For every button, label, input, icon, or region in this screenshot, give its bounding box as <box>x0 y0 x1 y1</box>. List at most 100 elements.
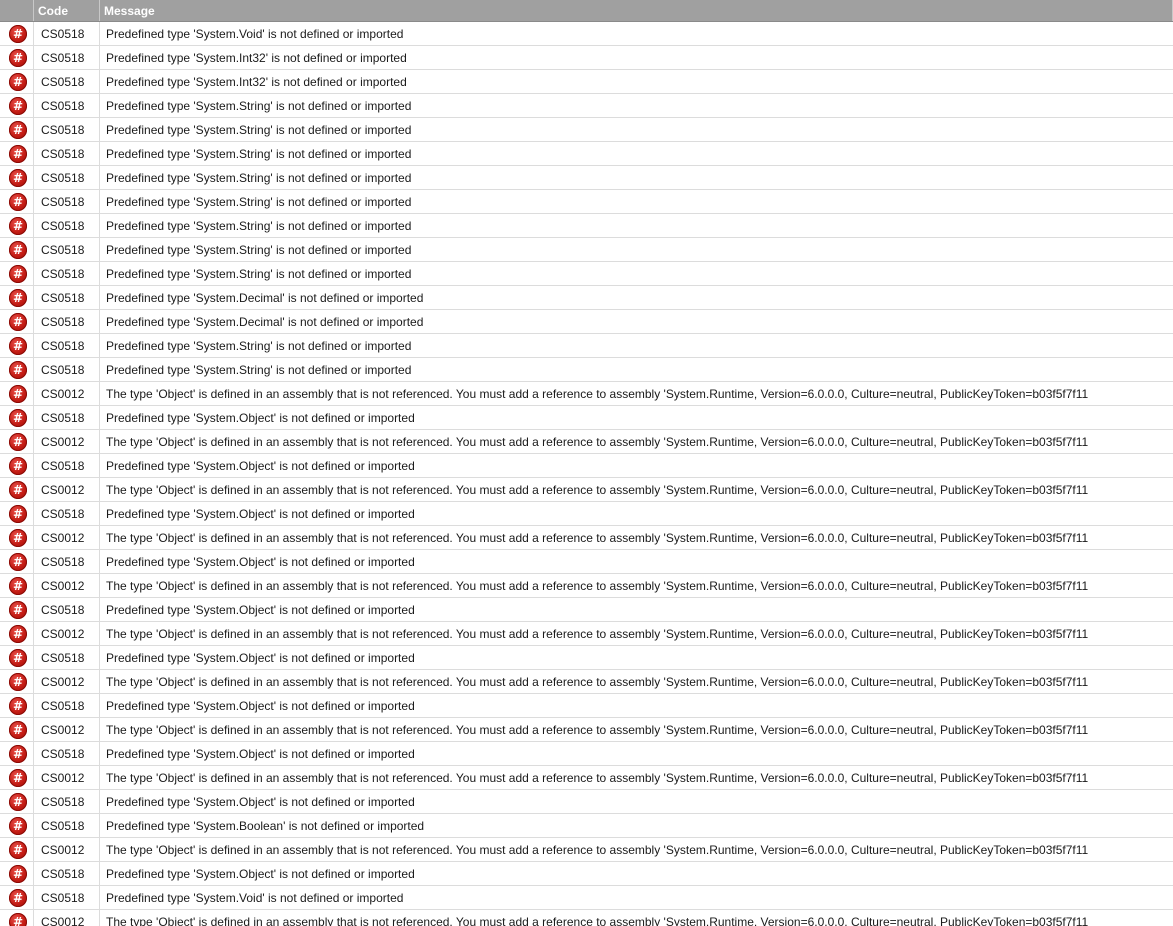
error-row[interactable]: # CS0518 Predefined type 'System.String' i… <box>0 334 1173 358</box>
error-icon-cell: # <box>0 526 34 549</box>
error-row[interactable]: # CS0518 Predefined type 'System.Object' i… <box>0 694 1173 718</box>
error-row[interactable]: # CS0518 Predefined type 'System.Object' i… <box>0 646 1173 670</box>
error-code: CS0012 <box>34 766 100 789</box>
error-icon: # <box>9 768 27 787</box>
error-row[interactable]: # CS0012 The type 'Object' is defined in a… <box>0 430 1173 454</box>
error-message: Predefined type 'System.Object' is not d… <box>106 410 415 425</box>
error-message: Predefined type 'System.String' is not d… <box>106 194 412 209</box>
error-row[interactable]: # CS0518 Predefined type 'System.String' i… <box>0 118 1173 142</box>
error-message: The type 'Object' is defined in an assem… <box>106 722 1089 737</box>
error-code: CS0518 <box>34 502 100 525</box>
error-code: CS0518 <box>34 238 100 261</box>
error-row[interactable]: # CS0518 Predefined type 'System.Object' i… <box>0 862 1173 886</box>
error-message: Predefined type 'System.String' is not d… <box>106 98 412 113</box>
error-icon: # <box>9 864 27 883</box>
error-icon-cell: # <box>0 502 34 525</box>
error-icon: # <box>9 168 27 187</box>
error-row[interactable]: # CS0518 Predefined type 'System.String' i… <box>0 238 1173 262</box>
error-icon-cell: # <box>0 358 34 381</box>
error-message: Predefined type 'System.String' is not d… <box>106 242 412 257</box>
error-message: Predefined type 'System.String' is not d… <box>106 122 412 137</box>
error-row[interactable]: # CS0012 The type 'Object' is defined in a… <box>0 838 1173 862</box>
error-message: Predefined type 'System.Object' is not d… <box>106 602 415 617</box>
error-icon: # <box>9 312 27 331</box>
error-row[interactable]: # CS0518 Predefined type 'System.String' i… <box>0 190 1173 214</box>
error-icon-cell: # <box>0 454 34 477</box>
error-icon-cell: # <box>0 142 34 165</box>
error-row[interactable]: # CS0012 The type 'Object' is defined in a… <box>0 382 1173 406</box>
error-message: Predefined type 'System.Object' is not d… <box>106 650 415 665</box>
error-message: Predefined type 'System.Int32' is not de… <box>106 50 407 65</box>
error-icon: # <box>9 816 27 835</box>
error-message: The type 'Object' is defined in an assem… <box>106 578 1089 593</box>
error-message: Predefined type 'System.String' is not d… <box>106 170 412 185</box>
error-message: The type 'Object' is defined in an assem… <box>106 530 1089 545</box>
error-row[interactable]: # CS0518 Predefined type 'System.Object' i… <box>0 502 1173 526</box>
error-row[interactable]: # CS0012 The type 'Object' is defined in a… <box>0 574 1173 598</box>
error-code: CS0518 <box>34 646 100 669</box>
error-row[interactable]: # CS0518 Predefined type 'System.Object' i… <box>0 790 1173 814</box>
error-code: CS0518 <box>34 454 100 477</box>
error-message: The type 'Object' is defined in an assem… <box>106 626 1089 641</box>
error-code: CS0012 <box>34 430 100 453</box>
error-icon: # <box>9 912 27 926</box>
error-icon: # <box>9 648 27 667</box>
error-code: CS0012 <box>34 910 100 926</box>
error-code: CS0518 <box>34 790 100 813</box>
error-icon-cell: # <box>0 214 34 237</box>
error-row[interactable]: # CS0518 Predefined type 'System.Object' i… <box>0 550 1173 574</box>
error-icon-cell: # <box>0 334 34 357</box>
error-message: The type 'Object' is defined in an assem… <box>106 674 1089 689</box>
error-code: CS0518 <box>34 70 100 93</box>
error-row[interactable]: # CS0012 The type 'Object' is defined in a… <box>0 718 1173 742</box>
error-row[interactable]: # CS0518 Predefined type 'System.String' i… <box>0 166 1173 190</box>
error-row[interactable]: # CS0012 The type 'Object' is defined in a… <box>0 622 1173 646</box>
error-icon: # <box>9 696 27 715</box>
error-row[interactable]: # CS0012 The type 'Object' is defined in a… <box>0 766 1173 790</box>
error-row[interactable]: # CS0012 The type 'Object' is defined in a… <box>0 478 1173 502</box>
error-code: CS0518 <box>34 862 100 885</box>
error-code: CS0518 <box>34 334 100 357</box>
error-icon-cell: # <box>0 622 34 645</box>
error-code: CS0518 <box>34 742 100 765</box>
error-row[interactable]: # CS0518 Predefined type 'System.Decimal' … <box>0 286 1173 310</box>
error-icon-cell: # <box>0 22 34 45</box>
error-row[interactable]: # CS0518 Predefined type 'System.Object' i… <box>0 742 1173 766</box>
error-code: CS0012 <box>34 622 100 645</box>
error-icon-cell: # <box>0 310 34 333</box>
error-row[interactable]: # CS0518 Predefined type 'System.String' i… <box>0 214 1173 238</box>
error-row[interactable]: # CS0518 Predefined type 'System.Decimal' … <box>0 310 1173 334</box>
error-row[interactable]: # CS0518 Predefined type 'System.Object' i… <box>0 598 1173 622</box>
error-message: The type 'Object' is defined in an assem… <box>106 914 1089 926</box>
error-row[interactable]: # CS0518 Predefined type 'System.Object' i… <box>0 454 1173 478</box>
error-message: The type 'Object' is defined in an assem… <box>106 842 1089 857</box>
error-row[interactable]: # CS0518 Predefined type 'System.String' i… <box>0 358 1173 382</box>
error-icon-cell: # <box>0 94 34 117</box>
error-row[interactable]: # CS0518 Predefined type 'System.Boolean' … <box>0 814 1173 838</box>
error-row[interactable]: # CS0518 Predefined type 'System.Int32' is… <box>0 70 1173 94</box>
error-icon-cell: # <box>0 814 34 837</box>
error-icon: # <box>9 336 27 355</box>
error-row[interactable]: # CS0518 Predefined type 'System.Void' is … <box>0 886 1173 910</box>
error-row[interactable]: # CS0518 Predefined type 'System.String' i… <box>0 262 1173 286</box>
message-column-header[interactable]: Message <box>100 0 1173 21</box>
error-icon-cell: # <box>0 70 34 93</box>
error-code: CS0518 <box>34 190 100 213</box>
error-row[interactable]: # CS0518 Predefined type 'System.Object' i… <box>0 406 1173 430</box>
error-icon: # <box>9 672 27 691</box>
error-row[interactable]: # CS0012 The type 'Object' is defined in a… <box>0 910 1173 926</box>
error-code: CS0518 <box>34 46 100 69</box>
error-code: CS0518 <box>34 550 100 573</box>
error-code: CS0012 <box>34 382 100 405</box>
error-row[interactable]: # CS0518 Predefined type 'System.String' i… <box>0 142 1173 166</box>
error-row[interactable]: # CS0518 Predefined type 'System.String' i… <box>0 94 1173 118</box>
error-code: CS0518 <box>34 118 100 141</box>
error-message: Predefined type 'System.String' is not d… <box>106 146 412 161</box>
code-column-header[interactable]: Code <box>34 0 100 21</box>
error-row[interactable]: # CS0518 Predefined type 'System.Void' is … <box>0 22 1173 46</box>
error-icon-cell: # <box>0 118 34 141</box>
error-row[interactable]: # CS0012 The type 'Object' is defined in a… <box>0 670 1173 694</box>
error-row[interactable]: # CS0012 The type 'Object' is defined in a… <box>0 526 1173 550</box>
error-row[interactable]: # CS0518 Predefined type 'System.Int32' is… <box>0 46 1173 70</box>
icon-column-header[interactable] <box>0 0 34 21</box>
